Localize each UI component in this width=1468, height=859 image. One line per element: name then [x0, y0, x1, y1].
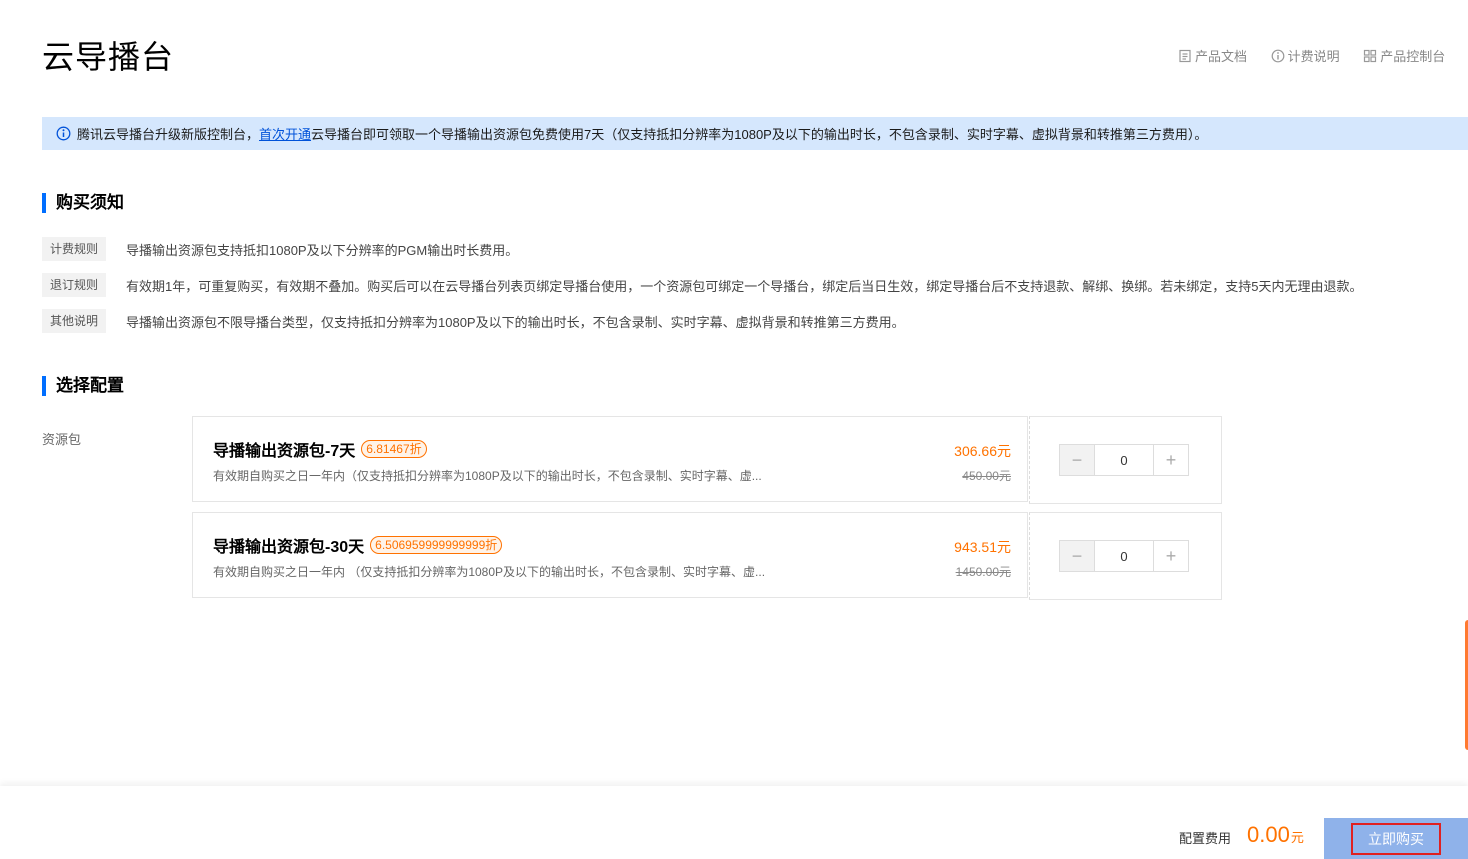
package-price: 306.66元	[954, 443, 1011, 459]
rule-tag: 退订规则	[42, 273, 106, 297]
package-price: 943.51元	[954, 539, 1011, 555]
rule-row-billing: 计费规则 导播输出资源包支持抵扣1080P及以下分辨率的PGM输出时长费用。	[42, 237, 518, 261]
quantity-input[interactable]	[1094, 445, 1154, 475]
discount-badge: 6.81467折	[361, 440, 427, 458]
increment-button[interactable]: +	[1154, 541, 1188, 571]
fee-value: 0.00	[1247, 822, 1290, 847]
quantity-input[interactable]	[1094, 541, 1154, 571]
fee-amount: 0.00元	[1247, 822, 1304, 848]
package-name: 导播输出资源包-30天	[213, 539, 365, 556]
increment-button[interactable]: +	[1154, 445, 1188, 475]
resource-package-label: 资源包	[42, 432, 82, 447]
grid-icon	[1364, 49, 1377, 62]
info-circle-icon	[1271, 49, 1285, 62]
rule-tag: 计费规则	[42, 237, 106, 261]
package-original-price: 450.00元	[962, 469, 1011, 483]
product-docs-link[interactable]: 产品文档	[1178, 46, 1247, 65]
page-title: 云导播台	[42, 39, 175, 75]
rule-text: 导播输出资源包支持抵扣1080P及以下分辨率的PGM输出时长费用。	[126, 242, 519, 258]
rule-row-refund: 退订规则 有效期1年，可重复购买，有效期不叠加。购买后可以在云导播台列表页绑定导…	[42, 273, 1362, 297]
purchase-notes-title: 购买须知	[42, 193, 124, 213]
package-card-7d[interactable]: 导播输出资源包-7天 6.81467折 有效期自购买之日一年内（仅支持抵扣分辨率…	[192, 416, 1028, 502]
billing-info-label: 计费说明	[1287, 49, 1340, 64]
fee-label: 配置费用	[1179, 831, 1232, 846]
quantity-box-7d: − +	[1029, 416, 1222, 504]
quantity-stepper: − +	[1059, 540, 1189, 572]
product-console-label: 产品控制台	[1380, 49, 1446, 64]
rule-row-other: 其他说明 导播输出资源包不限导播台类型，仅支持抵扣分辨率为1080P及以下的输出…	[42, 309, 905, 333]
package-desc: 有效期自购买之日一年内（仅支持抵扣分辨率为1080P及以下的输出时长，不包含录制…	[213, 469, 762, 483]
package-name: 导播输出资源包-7天	[213, 443, 356, 460]
billing-info-link[interactable]: 计费说明	[1271, 46, 1340, 65]
notice-prefix: 腾讯云导播台升级新版控制台，	[77, 127, 260, 142]
package-desc: 有效期自购买之日一年内 （仅支持抵扣分辨率为1080P及以下的输出时长，不包含录…	[213, 565, 766, 579]
quantity-stepper: − +	[1059, 444, 1189, 476]
top-links: 产品文档 计费说明 产品控制台	[1178, 46, 1468, 66]
info-circle-icon	[56, 126, 71, 141]
document-icon	[1179, 49, 1191, 62]
quantity-box-30d: − +	[1029, 512, 1222, 600]
first-activation-link[interactable]: 首次开通	[259, 124, 311, 143]
product-docs-label: 产品文档	[1195, 49, 1248, 64]
rule-tag: 其他说明	[42, 309, 106, 333]
package-card-30d[interactable]: 导播输出资源包-30天 6.506959999999999折 有效期自购买之日一…	[192, 512, 1028, 598]
package-title: 导播输出资源包-30天 6.506959999999999折	[213, 533, 503, 557]
decrement-button[interactable]: −	[1060, 445, 1094, 475]
notice-banner: 腾讯云导播台升级新版控制台， 首次开通 云导播台即可领取一个导播输出资源包免费使用7…	[42, 117, 1468, 150]
config-title: 选择配置	[42, 376, 124, 396]
package-title: 导播输出资源包-7天 6.81467折	[213, 437, 427, 461]
buy-now-button[interactable]: 立即购买	[1324, 818, 1468, 859]
rule-text: 有效期1年，可重复购买，有效期不叠加。购买后可以在云导播台列表页绑定导播台使用，…	[126, 278, 1363, 294]
discount-badge: 6.506959999999999折	[370, 536, 503, 554]
notice-suffix: 云导播台即可领取一个导播输出资源包免费使用7天（仅支持抵扣分辨率为1080P及以…	[311, 127, 1208, 142]
rule-text: 导播输出资源包不限导播台类型，仅支持抵扣分辨率为1080P及以下的输出时长，不包…	[126, 314, 905, 330]
decrement-button[interactable]: −	[1060, 541, 1094, 571]
footer-bar: 配置费用 0.00元 立即购买	[0, 786, 1468, 859]
fee-unit: 元	[1290, 830, 1304, 845]
product-console-link[interactable]: 产品控制台	[1363, 46, 1445, 65]
package-original-price: 1450.00元	[955, 565, 1011, 579]
buy-now-label: 立即购买	[1351, 822, 1441, 855]
